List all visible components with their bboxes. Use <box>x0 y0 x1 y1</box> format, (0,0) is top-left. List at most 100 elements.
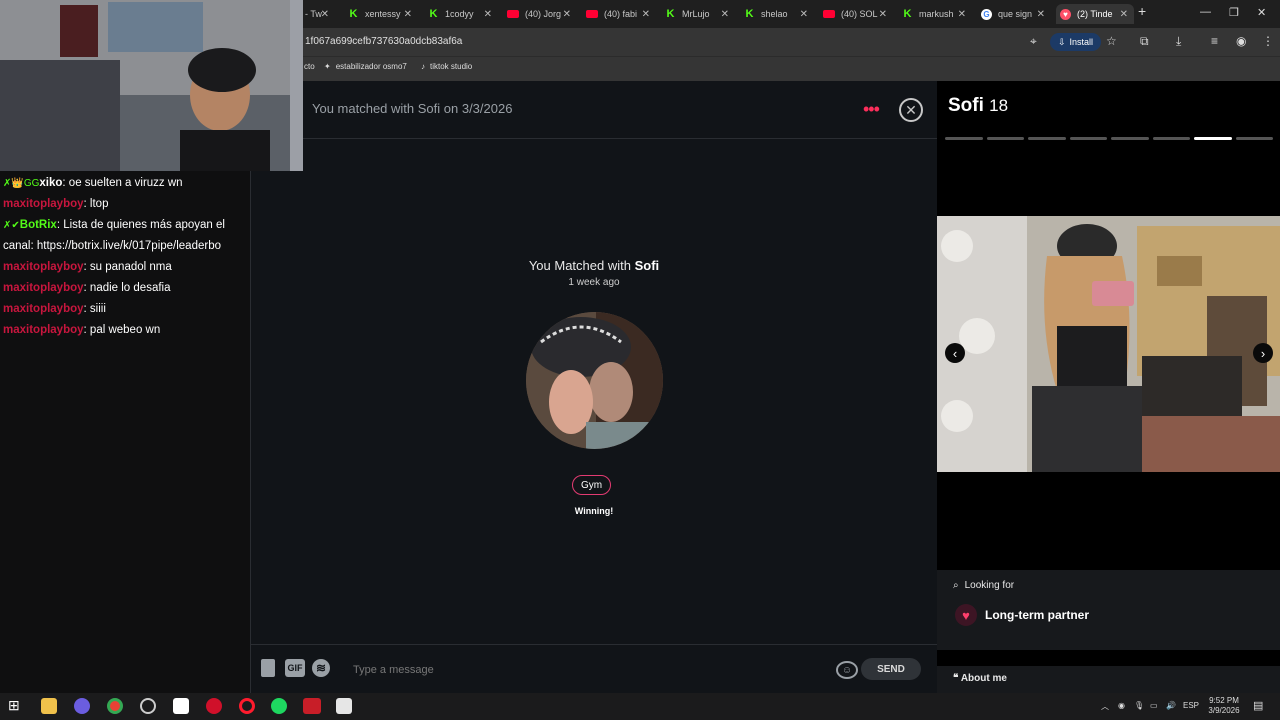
download-icon[interactable]: ⤓ <box>1176 34 1181 49</box>
close-tab-icon[interactable]: ✕ <box>1037 9 1045 20</box>
close-tab-icon[interactable]: ✕ <box>800 9 808 20</box>
match-prefix: You Matched with <box>528 258 631 273</box>
bookmark-label: cto <box>304 62 315 71</box>
tool-app-icon[interactable] <box>303 698 321 714</box>
more-options-icon[interactable]: ••• <box>863 99 880 120</box>
profile-icon[interactable]: ◉ <box>1236 34 1246 48</box>
match-avatar[interactable] <box>526 312 663 449</box>
url-text[interactable]: 1f067a699cefb737630a0dcb83af6a <box>305 36 462 47</box>
tab-xentessy[interactable]: K xentessy ✕ <box>348 4 418 24</box>
photo-progress-bar[interactable] <box>1194 137 1232 140</box>
new-tab-icon[interactable]: + <box>1138 3 1146 19</box>
extensions-icon[interactable]: ⧉ <box>1140 34 1149 49</box>
install-button[interactable]: ⇩ Install <box>1050 33 1102 51</box>
close-tab-icon[interactable]: ✕ <box>642 9 650 20</box>
opera-icon[interactable] <box>239 698 255 714</box>
capcut-icon[interactable] <box>173 698 189 714</box>
windows-start-icon[interactable]: ⊞ <box>8 697 24 713</box>
close-tab-icon[interactable]: ✕ <box>321 9 329 20</box>
close-tab-icon[interactable]: ✕ <box>879 9 887 20</box>
send-button[interactable]: SEND <box>861 658 921 680</box>
opera-gx-icon[interactable] <box>206 698 222 714</box>
notifications-icon[interactable]: ▤ <box>1253 699 1263 712</box>
tab-fragment[interactable]: - Tw ✕ <box>305 4 335 24</box>
chrome-icon[interactable] <box>107 698 123 714</box>
tab-markush[interactable]: K markush ✕ <box>902 4 972 24</box>
photos-icon[interactable] <box>336 698 352 714</box>
chat-username[interactable]: maxitoplayboy <box>3 282 84 294</box>
profile-photo[interactable] <box>937 216 1280 472</box>
message-input[interactable] <box>351 659 825 681</box>
close-tab-icon[interactable]: ✕ <box>563 9 571 20</box>
close-tab-icon[interactable]: ✕ <box>484 9 492 20</box>
interest-chip-gym[interactable]: Gym <box>572 475 612 495</box>
chat-message-text: oe suelten a viruzz wn <box>68 177 183 189</box>
tab-tinder[interactable]: ♥ (2) Tinde ✕ <box>1056 4 1134 24</box>
photo-progress-bar[interactable] <box>986 137 1024 140</box>
photo-progress-bar[interactable] <box>1111 137 1149 140</box>
chat-username[interactable]: maxitoplayboy <box>3 261 84 273</box>
obs-icon[interactable] <box>140 698 156 714</box>
photo-progress-bar[interactable] <box>1069 137 1107 140</box>
tab-shelao[interactable]: K shelao ✕ <box>744 4 814 24</box>
minimize-icon[interactable]: — <box>1200 6 1211 18</box>
next-photo-icon[interactable]: › <box>1253 343 1273 363</box>
volume-icon[interactable]: 🔊 <box>1166 701 1176 710</box>
tray-record-icon[interactable]: ◉ <box>1118 701 1125 710</box>
contact-card-icon[interactable] <box>261 659 275 677</box>
discord-icon[interactable] <box>74 698 90 714</box>
stream-chat-line: ✗✔BotRix: Lista de quienes más apoyan el… <box>3 215 243 257</box>
close-window-icon[interactable]: ✕ <box>1257 6 1266 19</box>
chat-username[interactable]: BotRix <box>20 219 57 231</box>
close-tab-icon[interactable]: ✕ <box>404 9 412 20</box>
gif-icon[interactable]: GIF <box>285 659 305 677</box>
tab-youtube-fabi[interactable]: (40) fabi ✕ <box>586 4 656 24</box>
tab-mrlujo[interactable]: K MrLujo ✕ <box>665 4 735 24</box>
tab-label: (2) Tinde <box>1077 9 1113 19</box>
photo-progress-bar[interactable] <box>945 137 983 140</box>
chat-username[interactable]: maxitoplayboy <box>3 303 84 315</box>
microphone-icon[interactable]: 🎙 <box>1134 701 1144 710</box>
heart-icon: ♥ <box>955 604 977 626</box>
previous-photo-icon[interactable]: ‹ <box>945 343 965 363</box>
close-tab-icon[interactable]: ✕ <box>1120 9 1128 20</box>
close-chat-icon[interactable]: ✕ <box>899 98 923 122</box>
close-tab-icon[interactable]: ✕ <box>958 9 966 20</box>
spotify-icon[interactable]: ≋ <box>312 659 330 677</box>
bookmark-star-icon[interactable]: ☆ <box>1106 34 1117 48</box>
chat-username[interactable]: maxitoplayboy <box>3 324 84 336</box>
google-icon: G <box>981 8 992 20</box>
photo-progress-bar[interactable] <box>1028 137 1066 140</box>
message-composer: GIF ≋ ☺ SEND <box>251 644 937 694</box>
network-icon[interactable]: ▭ <box>1150 701 1158 710</box>
restore-icon[interactable]: ❐ <box>1229 6 1239 19</box>
looking-for-heading: ⌕ Looking for <box>953 580 1014 591</box>
spotify-taskbar-icon[interactable] <box>271 698 287 714</box>
search-icon: ⌕ <box>953 580 959 591</box>
tab-youtube-sol[interactable]: (40) SOL ✕ <box>823 4 893 24</box>
photo-progress-bar[interactable] <box>1152 137 1190 140</box>
language-indicator[interactable]: ESP <box>1183 701 1199 710</box>
tab-google-search[interactable]: G que sign ✕ <box>981 4 1051 24</box>
emoji-icon[interactable]: ☺ <box>836 661 858 679</box>
close-tab-icon[interactable]: ✕ <box>721 9 729 20</box>
tray-expand-icon[interactable]: ︿ <box>1101 701 1109 712</box>
chat-message-text: su panadol nma <box>89 261 172 273</box>
chat-username[interactable]: maxitoplayboy <box>3 198 84 210</box>
bookmark-item[interactable]: ♪ tiktok studio <box>421 62 472 71</box>
looking-for-value-text: Long-term partner <box>985 608 1090 622</box>
kick-icon: K <box>349 8 358 20</box>
bookmark-icon: ✦ <box>324 62 331 71</box>
tab-1codyy[interactable]: K 1codyy ✕ <box>428 4 498 24</box>
menu-icon[interactable]: ⋮ <box>1262 34 1274 48</box>
photo-progress-bar[interactable] <box>1235 137 1273 140</box>
location-icon[interactable]: ⌖ <box>1030 34 1037 49</box>
chat-username[interactable]: xiko <box>39 177 62 189</box>
tab-youtube-jorg[interactable]: (40) Jorg ✕ <box>507 4 577 24</box>
bookmark-item[interactable]: ✦ estabilizador osmo7 <box>324 62 407 71</box>
clock[interactable]: 9:52 PM 3/9/2026 <box>1206 696 1242 716</box>
file-explorer-icon[interactable] <box>41 698 57 714</box>
tab-search-icon[interactable]: ≡ <box>1211 34 1218 48</box>
kick-icon: K <box>666 8 675 20</box>
bookmark-item[interactable]: cto <box>304 62 315 71</box>
